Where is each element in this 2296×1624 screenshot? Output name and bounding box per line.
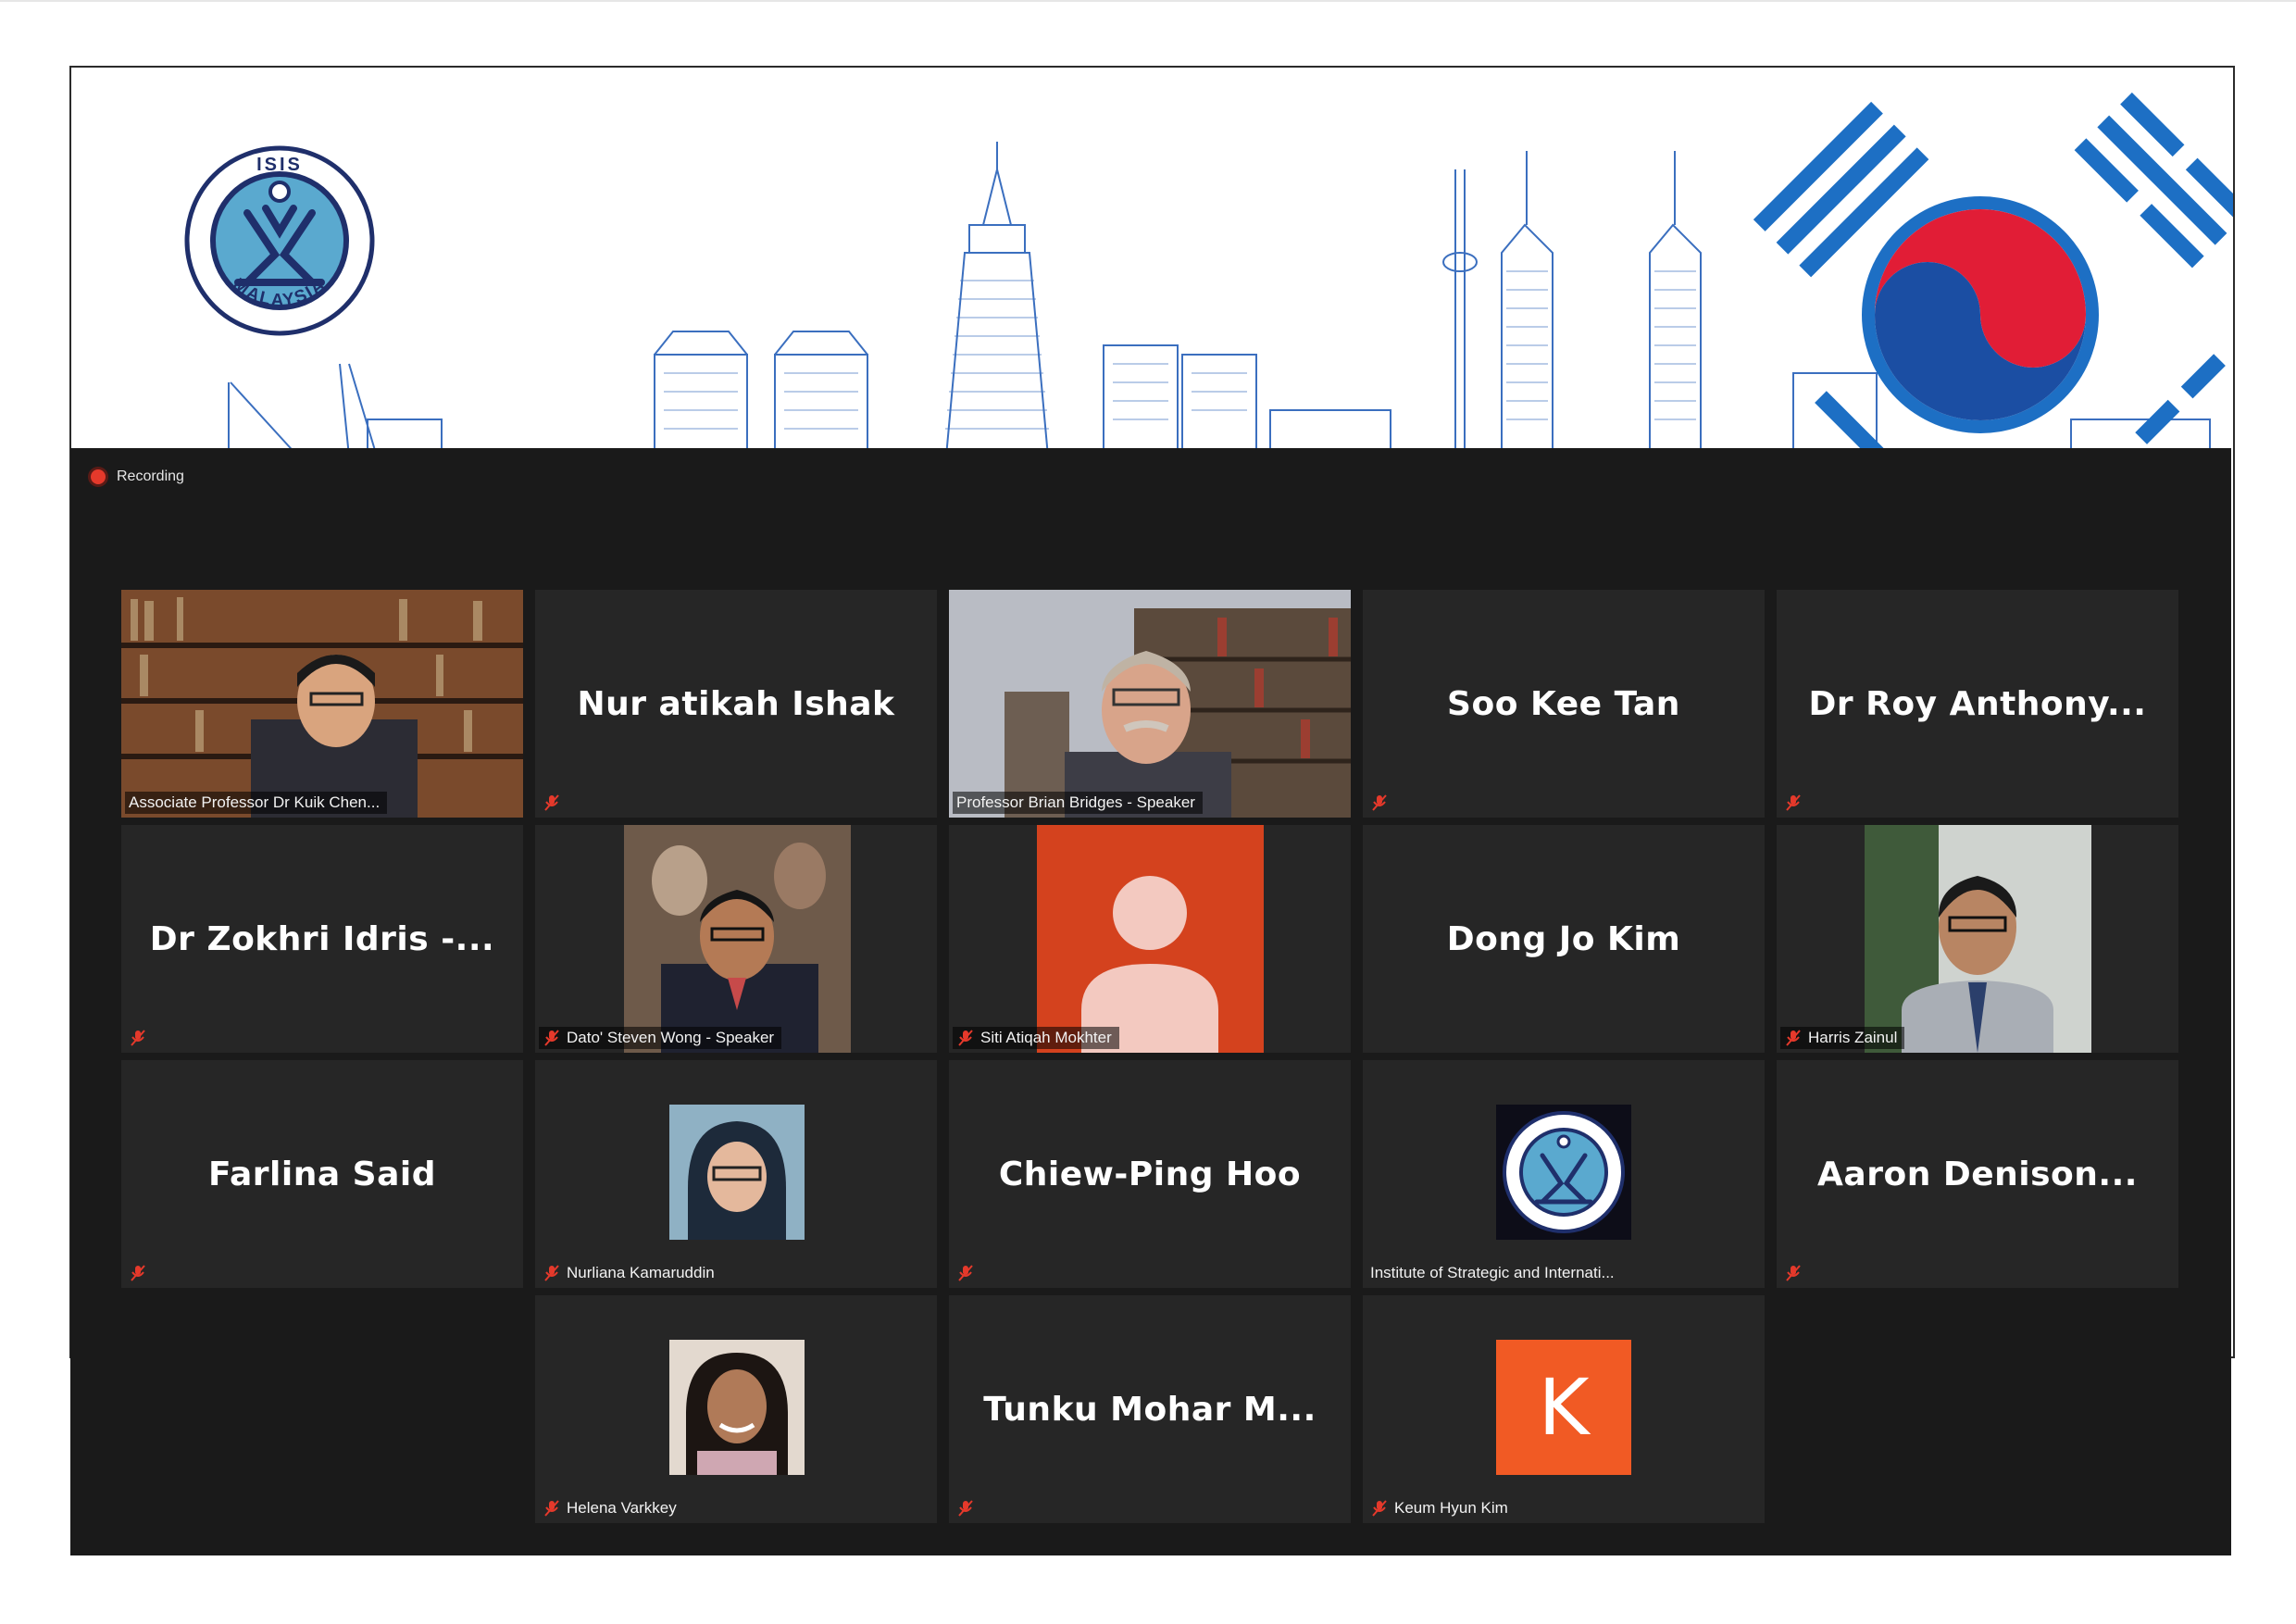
- participant-name: Nurliana Kamaruddin: [567, 1264, 715, 1281]
- muted-mic-icon: [1372, 1500, 1387, 1517]
- participant-display-name: Dr Roy Anthony...: [1808, 684, 2147, 723]
- muted-mic-icon: [958, 1265, 973, 1281]
- muted-mic-icon: [131, 1265, 145, 1281]
- participant-name: Helena Varkkey: [567, 1499, 677, 1517]
- participant-photo: [669, 1105, 805, 1240]
- initial-avatar: K: [1496, 1340, 1631, 1475]
- muted-mic-icon: [544, 794, 559, 811]
- participant-display-name: Dr Zokhri Idris -...: [149, 919, 495, 958]
- svg-text:MALAYSIA: MALAYSIA: [229, 275, 330, 311]
- participant-video: [121, 590, 523, 818]
- record-icon: [91, 469, 106, 484]
- recording-label: Recording: [117, 468, 184, 484]
- participant-tile[interactable]: Dr Zokhri Idris -...: [121, 825, 523, 1053]
- participant-name-tag: Associate Professor Dr Kuik Chen...: [125, 792, 388, 814]
- participant-tile[interactable]: Soo Kee Tan: [1363, 590, 1765, 818]
- participant-display-name: Soo Kee Tan: [1447, 684, 1680, 723]
- participant-display-name: Chiew-Ping Hoo: [998, 1155, 1302, 1193]
- participant-tile[interactable]: Dong Jo Kim: [1363, 825, 1765, 1053]
- muted-mic-icon: [958, 1030, 973, 1046]
- participant-photo: [624, 825, 851, 1053]
- participant-name-tag: Helena Varkkey: [539, 1497, 684, 1519]
- logo-bottom-text: MALAYSIA: [229, 275, 328, 311]
- participant-tile[interactable]: Farlina Said: [121, 1060, 523, 1288]
- participant-tile[interactable]: Harris Zainul: [1777, 825, 2178, 1053]
- participant-name-tag: Nurliana Kamaruddin: [539, 1262, 722, 1284]
- participant-photo: [669, 1340, 805, 1475]
- participant-display-name: Aaron Denison...: [1817, 1155, 2138, 1193]
- participant-name-tag: Siti Atiqah Mokhter: [953, 1027, 1119, 1049]
- participant-status: [125, 1027, 155, 1049]
- participant-tile[interactable]: Tunku Mohar M...: [949, 1295, 1351, 1523]
- participant-tile[interactable]: Helena Varkkey: [535, 1295, 937, 1523]
- muted-mic-icon: [1786, 1030, 1801, 1046]
- participant-display-name: Tunku Mohar M...: [983, 1390, 1316, 1429]
- participant-name: Keum Hyun Kim: [1394, 1499, 1508, 1517]
- participant-tile[interactable]: Dato' Steven Wong - Speaker: [535, 825, 937, 1053]
- participant-status: [125, 1262, 155, 1284]
- participant-name-tag: Dato' Steven Wong - Speaker: [539, 1027, 782, 1049]
- top-rule: [0, 0, 2296, 2]
- participant-name: Institute of Strategic and Internati...: [1370, 1264, 1615, 1281]
- isis-emblem-icon: [1496, 1105, 1631, 1240]
- participant-display-name: Farlina Said: [208, 1155, 436, 1193]
- muted-mic-icon: [544, 1030, 559, 1046]
- participant-tile[interactable]: Nur atikah Ishak: [535, 590, 937, 818]
- participant-name: Harris Zainul: [1808, 1029, 1898, 1046]
- muted-mic-icon: [544, 1265, 559, 1281]
- participant-name-tag: Keum Hyun Kim: [1366, 1497, 1516, 1519]
- participant-name: Dato' Steven Wong - Speaker: [567, 1029, 775, 1046]
- participant-video: [949, 590, 1351, 818]
- participant-tile[interactable]: Institute of Strategic and Internati...: [1363, 1060, 1765, 1288]
- participant-tile[interactable]: Aaron Denison...: [1777, 1060, 2178, 1288]
- muted-mic-icon: [1786, 794, 1801, 811]
- default-avatar-icon: [1037, 825, 1264, 1053]
- isis-malaysia-logo: ISIS MALAYSIA: [182, 144, 377, 338]
- participant-name: Siti Atiqah Mokhter: [980, 1029, 1112, 1046]
- video-meeting-window: Recording Associate Professor Dr Kuik Ch…: [70, 448, 2231, 1555]
- participant-status: [1780, 1262, 1810, 1284]
- participant-status: [1366, 792, 1396, 814]
- participant-photo: [1865, 825, 2091, 1053]
- participant-name: Associate Professor Dr Kuik Chen...: [129, 793, 381, 811]
- participant-tile[interactable]: Associate Professor Dr Kuik Chen...: [121, 590, 523, 818]
- participant-status: [1780, 792, 1810, 814]
- participant-tile[interactable]: Chiew-Ping Hoo: [949, 1060, 1351, 1288]
- muted-mic-icon: [958, 1500, 973, 1517]
- logo-bottom-arc: MALAYSIA: [229, 275, 330, 311]
- active-speaker-tile[interactable]: Professor Brian Bridges - Speaker: [949, 590, 1351, 818]
- participant-tile[interactable]: Dr Roy Anthony...: [1777, 590, 2178, 818]
- muted-mic-icon: [131, 1030, 145, 1046]
- participant-tile[interactable]: Nurliana Kamaruddin: [535, 1060, 937, 1288]
- participant-name-tag: Professor Brian Bridges - Speaker: [953, 792, 1203, 814]
- participant-name-tag: Harris Zainul: [1780, 1027, 1905, 1049]
- participant-status: [953, 1262, 982, 1284]
- muted-mic-icon: [544, 1500, 559, 1517]
- participant-display-name: Dong Jo Kim: [1446, 919, 1681, 958]
- participant-display-name: Nur atikah Ishak: [577, 684, 895, 723]
- participant-status: [953, 1497, 982, 1519]
- participant-tile[interactable]: Siti Atiqah Mokhter: [949, 825, 1351, 1053]
- participant-name-tag: Institute of Strategic and Internati...: [1366, 1262, 1622, 1284]
- muted-mic-icon: [1786, 1265, 1801, 1281]
- recording-indicator[interactable]: Recording: [91, 468, 184, 485]
- muted-mic-icon: [1372, 794, 1387, 811]
- participant-status: [539, 792, 568, 814]
- participant-tile[interactable]: K Keum Hyun Kim: [1363, 1295, 1765, 1523]
- participant-name: Professor Brian Bridges - Speaker: [956, 793, 1195, 811]
